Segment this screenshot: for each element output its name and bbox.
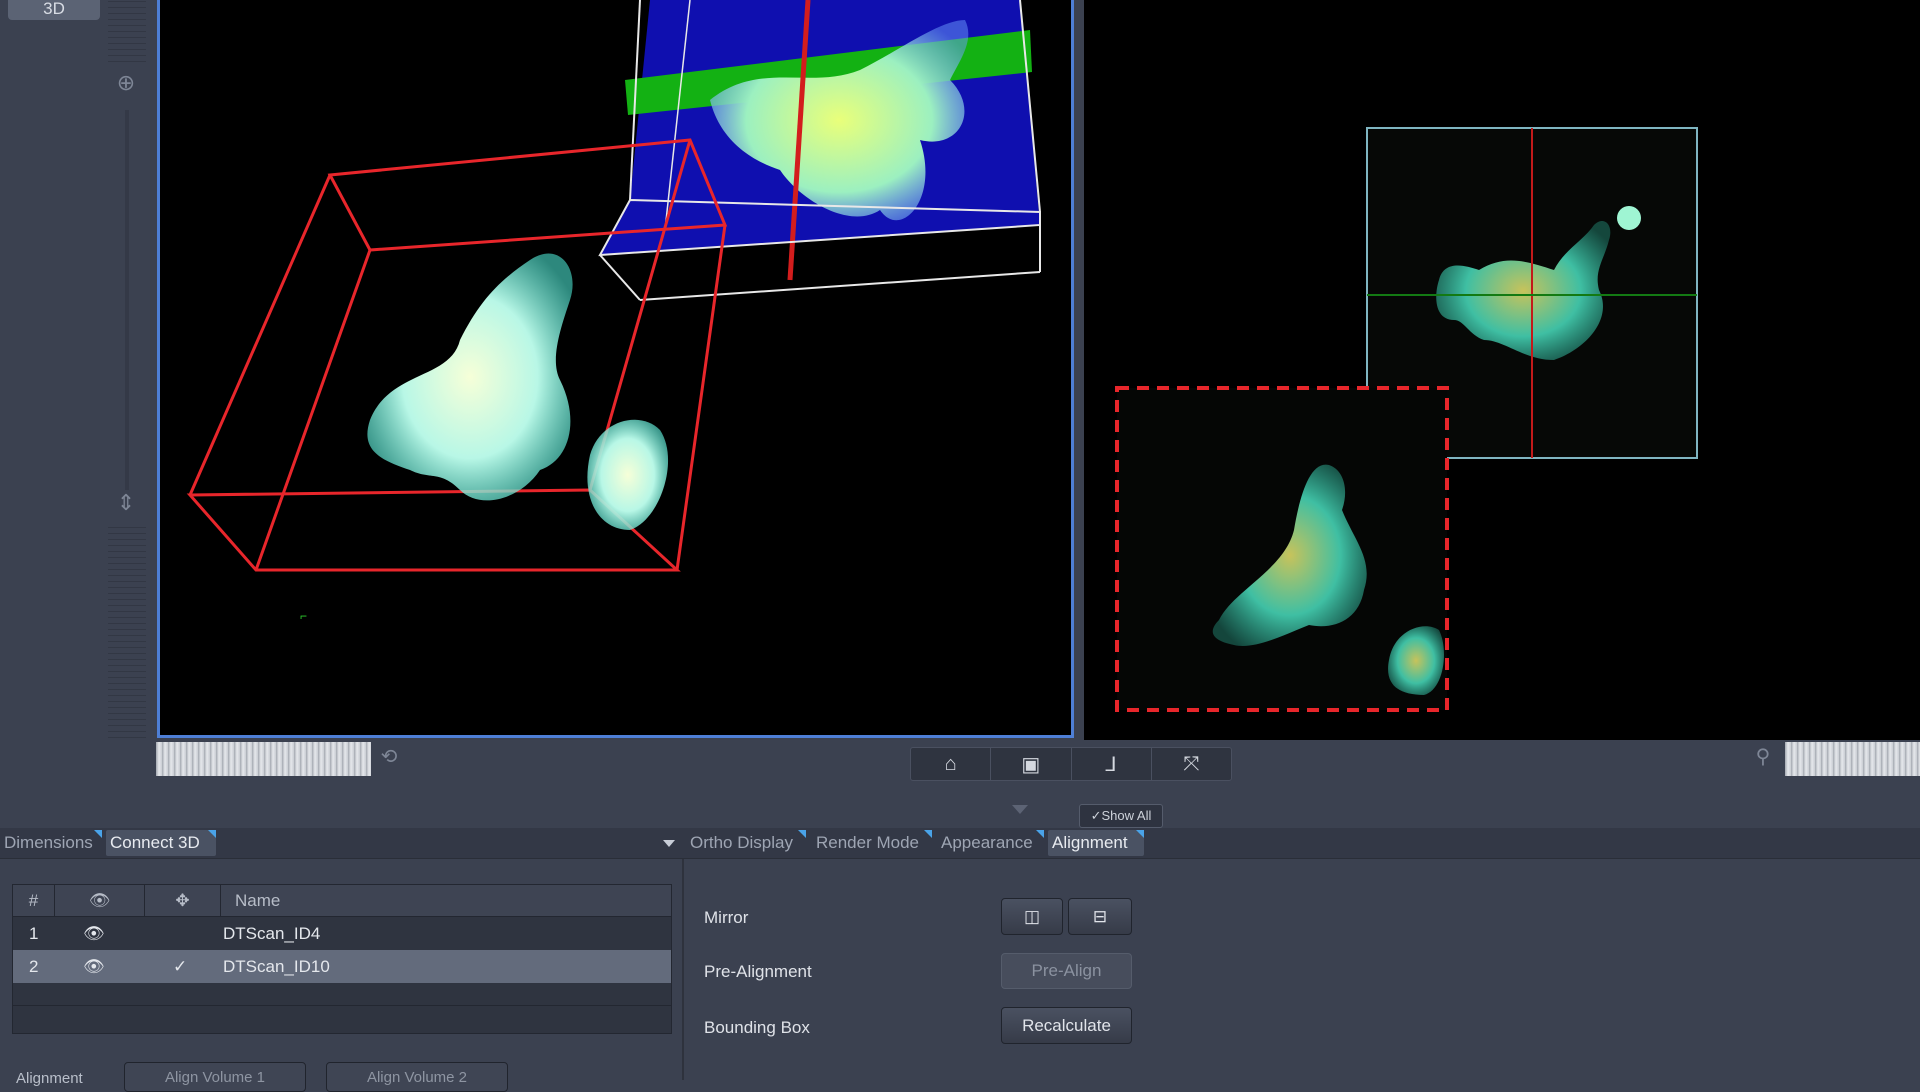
align-volume-1-label: Align Volume 1	[164, 1069, 266, 1086]
visibility-eye-icon[interactable]: 👁	[83, 917, 105, 950]
alignment-label: Alignment	[16, 1070, 83, 1087]
align-volume-1-button[interactable]: Align Volume 1	[124, 1062, 306, 1092]
table-row[interactable]: 1 👁 DTScan_ID4	[13, 917, 671, 950]
align-volume-2-label: Align Volume 2	[366, 1069, 468, 1086]
divider	[13, 1005, 671, 1006]
tab-dimensions-label: Dimensions	[4, 833, 93, 852]
rotate-icon[interactable]: ⟲	[374, 744, 404, 769]
pre-align-button[interactable]: Pre-Align	[1001, 953, 1132, 989]
tab-ortho-display[interactable]: Ortho Display	[686, 830, 806, 856]
tab-alignment-label: Alignment	[1052, 833, 1128, 852]
zoom-in-icon[interactable]: ⊕	[111, 70, 141, 96]
visibility-eye-icon[interactable]: 👁	[83, 950, 105, 983]
row-name: DTScan_ID4	[223, 924, 321, 943]
row-name: DTScan_ID10	[223, 957, 330, 976]
volume-table: # 👁 ✥ Name 1 👁 DTScan_ID4 2 👁 ✓ DTScan_I…	[12, 884, 672, 1034]
horizontal-slider-right[interactable]	[1785, 742, 1920, 776]
mirror-horizontal-icon: ⊟	[1092, 907, 1108, 926]
tab-ortho-display-label: Ortho Display	[690, 833, 793, 852]
zoom-slider-track[interactable]	[125, 110, 129, 490]
top-slider[interactable]	[108, 0, 146, 62]
tab-alignment[interactable]: Alignment	[1048, 830, 1144, 856]
align-volume-2-button[interactable]: Align Volume 2	[326, 1062, 508, 1092]
cell-3d	[367, 253, 669, 530]
mirror-horizontal-button[interactable]: ⊟	[1068, 898, 1132, 935]
row-num: 1	[29, 924, 39, 943]
ortho-canvas	[1115, 127, 1698, 712]
3d-render-viewport[interactable]: ⌐	[157, 0, 1074, 738]
pre-alignment-label: Pre-Alignment	[704, 962, 812, 981]
table-row[interactable]: 2 👁 ✓ DTScan_ID10	[13, 950, 671, 983]
mirror-vertical-icon: ◫	[1023, 907, 1041, 926]
ortho-image-2	[1115, 386, 1449, 712]
pin-icon[interactable]: ⚲	[1748, 744, 1778, 769]
box-view-icon[interactable]: ▣	[991, 748, 1072, 780]
3d-render-canvas: ⌐	[186, 0, 1041, 623]
mirror-label: Mirror	[704, 908, 749, 927]
eye-icon[interactable]: 👁	[55, 885, 145, 916]
mirror-vertical-button[interactable]: ◫	[1001, 898, 1063, 935]
dropdown-arrow-icon[interactable]	[663, 840, 675, 847]
tab-appearance[interactable]: Appearance	[937, 830, 1044, 856]
header-name: Name	[235, 891, 281, 910]
ortho-viewport[interactable]	[1084, 0, 1920, 740]
tab-render-mode-label: Render Mode	[816, 833, 920, 852]
tab-bar: Dimensions Connect 3D Ortho Display Rend…	[0, 828, 1920, 859]
recalculate-button[interactable]: Recalculate	[1001, 1007, 1132, 1044]
tab-dimensions[interactable]: Dimensions	[0, 830, 102, 856]
show-all-button[interactable]: ✓Show All	[1079, 804, 1163, 828]
bounding-box-label: Bounding Box	[704, 1018, 810, 1037]
axes-icon[interactable]: ⅃	[1072, 748, 1152, 780]
alignment-panel	[684, 859, 1920, 1080]
home-icon[interactable]: ⌂	[911, 748, 992, 780]
pan-icon[interactable]: ⇕	[111, 490, 141, 516]
move-icon[interactable]: ✥	[145, 885, 221, 916]
table-header: # 👁 ✥ Name	[13, 885, 671, 917]
row-check[interactable]: ✓	[173, 950, 187, 983]
depth-slider[interactable]	[108, 522, 146, 738]
tab-3d[interactable]: 3D	[8, 0, 100, 20]
blue-volume	[598, 0, 1041, 301]
row-num: 2	[29, 957, 39, 976]
tab-render-mode[interactable]: Render Mode	[812, 830, 932, 856]
collapse-arrow-icon[interactable]	[1012, 805, 1028, 814]
left-toolbar: 3D ⊕ ⇕	[0, 0, 152, 740]
header-num: #	[13, 885, 55, 916]
tab-connect3d-label: Connect 3D	[110, 833, 200, 852]
horizontal-slider-left[interactable]	[156, 742, 371, 776]
tab-connect3d[interactable]: Connect 3D	[106, 830, 216, 856]
view-toolbar: ⌂ ▣ ⅃ ⤧	[910, 747, 1232, 781]
svg-text:⌐: ⌐	[300, 609, 307, 623]
reset-view-icon[interactable]: ⤧	[1152, 748, 1231, 780]
tab-appearance-label: Appearance	[941, 833, 1033, 852]
